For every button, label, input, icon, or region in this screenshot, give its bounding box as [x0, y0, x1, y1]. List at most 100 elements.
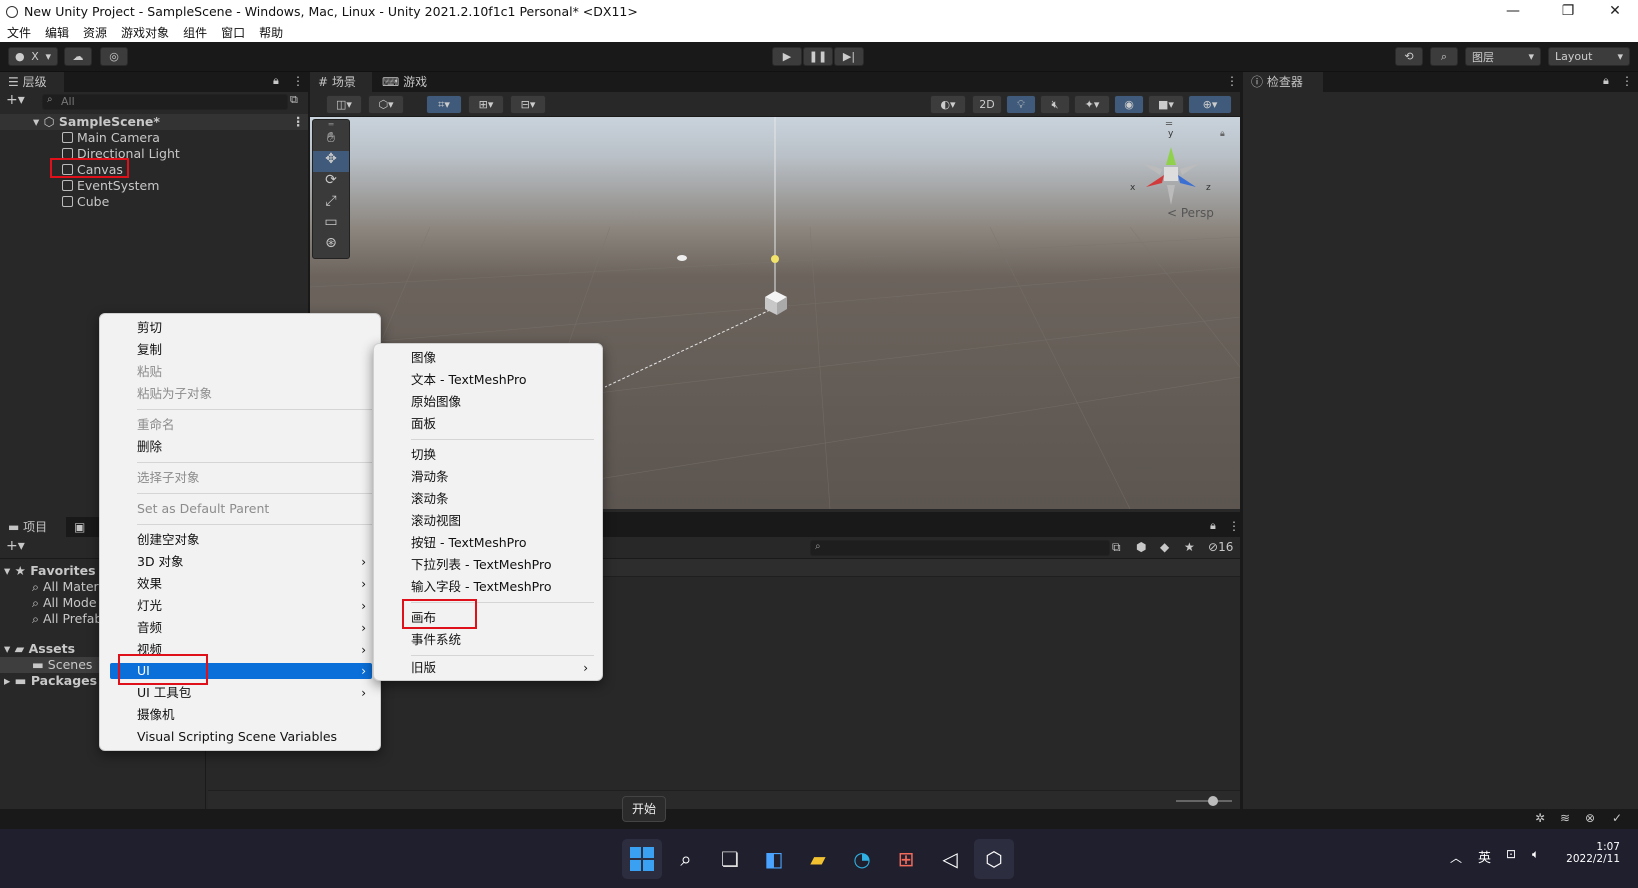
shading-dropdown[interactable]: ◐▾ — [930, 95, 966, 114]
label-icon[interactable]: ◆ — [1160, 540, 1169, 554]
menu-window[interactable]: 窗口 — [214, 24, 252, 41]
menu-component[interactable]: 组件 — [176, 24, 214, 41]
collab-button[interactable]: ◎ — [100, 47, 128, 66]
edge-button[interactable]: ◔ — [842, 839, 882, 879]
step-button[interactable]: ▶| — [834, 47, 864, 66]
tab-scene[interactable]: # 场景 — [310, 72, 372, 92]
more-options-icon[interactable]: ⋮ — [1621, 74, 1633, 88]
network-icon[interactable]: ⊡ — [1506, 847, 1516, 861]
scale-tool-icon[interactable]: ⤢ — [313, 193, 349, 214]
menu-item-visual-scripting[interactable]: Visual Scripting Scene Variables — [100, 726, 380, 748]
hierarchy-item[interactable]: EventSystem — [0, 178, 308, 194]
lock-icon[interactable]: 🔒︎ — [1210, 519, 1216, 533]
task-view-button[interactable]: ❏ — [710, 839, 750, 879]
clock[interactable]: 1:07 2022/2/11 — [1565, 841, 1620, 865]
more-options-icon[interactable]: ⋮ — [1228, 519, 1240, 533]
draw-mode-dropdown[interactable]: ◫▾ — [326, 95, 362, 114]
tab-inspector[interactable]: ⓘ 检查器 — [1243, 72, 1323, 92]
menu-item-cut[interactable]: 剪切 — [100, 317, 380, 339]
submenu-item-slider[interactable]: 滑动条 — [374, 466, 602, 488]
store-button[interactable]: ⊞ — [886, 839, 926, 879]
submenu-item-image[interactable]: 图像 — [374, 347, 602, 369]
scene-row[interactable]: ▾ ⬡ SampleScene* ⋮ — [0, 114, 308, 130]
tab-game[interactable]: ⌨ 游戏 — [374, 72, 436, 92]
assets-row[interactable]: ▾ ▰ Assets — [4, 641, 75, 656]
layout-dropdown[interactable]: Layout ▾ — [1548, 47, 1630, 66]
volume-icon[interactable]: 🔈︎ — [1532, 847, 1539, 862]
favorites-item[interactable]: ⌕ All Mode — [32, 595, 97, 611]
cloud-button[interactable]: ☁ — [64, 47, 92, 66]
more-options-icon[interactable]: ⋮ — [1226, 74, 1238, 88]
history-button[interactable]: ⟲ — [1395, 47, 1423, 66]
hierarchy-item[interactable]: Cube — [0, 194, 308, 210]
play-button[interactable]: ▶ — [772, 47, 802, 66]
file-explorer-button[interactable]: ▰ — [798, 839, 838, 879]
move-tool-icon[interactable]: ✥ — [313, 151, 349, 172]
filter-type-icon[interactable]: ⬢ — [1136, 540, 1146, 554]
search-button[interactable]: ⌕ — [1430, 47, 1458, 66]
favorites-item[interactable]: ⌕ All Mater — [32, 579, 99, 595]
effects-dropdown[interactable]: ✦▾ — [1074, 95, 1110, 114]
more-options-icon[interactable]: ⋮ — [292, 114, 305, 130]
hierarchy-item[interactable]: Main Camera — [0, 130, 308, 146]
submenu-item-text-tmp[interactable]: 文本 - TextMeshPro — [374, 369, 602, 391]
create-asset-button[interactable]: +▾ — [6, 538, 25, 554]
toggle-2d-button[interactable]: 2D — [972, 95, 1002, 114]
transform-tool-icon[interactable]: ⊛ — [313, 235, 349, 256]
close-button[interactable]: ✕ — [1592, 0, 1638, 23]
favorites-item[interactable]: ⌕ All Prefab — [32, 611, 102, 627]
increment-snap-dropdown[interactable]: ⊟▾ — [510, 95, 546, 114]
menu-file[interactable]: 文件 — [0, 24, 38, 41]
menu-item-delete[interactable]: 删除 — [100, 436, 380, 458]
hand-tool-icon[interactable]: ✋︎ — [313, 130, 349, 151]
gizmos-dropdown[interactable]: ⊕▾ — [1188, 95, 1232, 114]
lock-icon[interactable]: 🔒︎ — [1603, 74, 1609, 88]
unity-hub-button[interactable]: ◁ — [930, 839, 970, 879]
menu-item-audio[interactable]: 音频 › — [100, 617, 380, 639]
rotate-tool-icon[interactable]: ⟳ — [313, 172, 349, 193]
layers-status-icon[interactable]: ≋ — [1560, 811, 1570, 825]
submenu-item-event-system[interactable]: 事件系统 — [374, 629, 602, 651]
lock-icon[interactable]: 🔒︎ — [1220, 129, 1225, 139]
account-dropdown[interactable]: ● X ▾ — [8, 47, 58, 66]
add-object-button[interactable]: +▾ — [6, 92, 25, 108]
auto-generate-icon[interactable]: ⊗ — [1585, 811, 1595, 825]
menu-item-copy[interactable]: 复制 — [100, 339, 380, 361]
more-options-icon[interactable]: ⋮ — [292, 74, 304, 88]
collab-status-icon[interactable]: ✓ — [1612, 811, 1622, 825]
submenu-item-legacy[interactable]: 旧版 › — [374, 657, 602, 679]
hierarchy-item-canvas[interactable]: Canvas — [0, 162, 308, 178]
favorite-star-icon[interactable]: ★ — [1184, 540, 1195, 554]
hidden-objects-toggle[interactable]: ◉ — [1114, 95, 1144, 114]
submenu-item-panel[interactable]: 面板 — [374, 413, 602, 435]
widgets-button[interactable]: ◧ — [754, 839, 794, 879]
menu-item-ui-toolkit[interactable]: UI 工具包 › — [100, 682, 380, 704]
drag-handle-icon[interactable]: ═ — [313, 120, 349, 130]
ime-indicator[interactable]: 英 — [1478, 847, 1491, 866]
start-button[interactable] — [622, 839, 662, 879]
project-search-input[interactable] — [810, 540, 1110, 556]
lock-icon[interactable]: 🔒︎ — [273, 74, 279, 88]
menu-edit[interactable]: 编辑 — [38, 24, 76, 41]
packages-row[interactable]: ▸ ▬ Packages — [4, 673, 97, 688]
menu-assets[interactable]: 资源 — [76, 24, 114, 41]
submenu-item-button-tmp[interactable]: 按钮 - TextMeshPro — [374, 532, 602, 554]
tab-hierarchy[interactable]: ☰ 层级 — [0, 72, 64, 92]
hidden-packages-toggle[interactable]: ⊘16 — [1208, 540, 1233, 554]
search-taskbar-button[interactable]: ⌕ — [666, 839, 706, 879]
submenu-item-input-field-tmp[interactable]: 输入字段 - TextMeshPro — [374, 576, 602, 598]
layers-dropdown[interactable]: 图层 ▾ — [1465, 47, 1541, 66]
persp-toggle[interactable]: < Persp — [1167, 206, 1214, 220]
rect-tool-icon[interactable]: ▭ — [313, 214, 349, 235]
search-type-icon[interactable]: ⧉ — [1112, 540, 1121, 555]
unity-editor-button[interactable]: ⬡ — [974, 839, 1014, 879]
minimize-button[interactable]: — — [1490, 0, 1536, 23]
pause-button[interactable]: ❚❚ — [803, 47, 833, 66]
filter-icon[interactable]: ⧉ — [290, 93, 298, 107]
grid-snap-dropdown[interactable]: ⊞▾ — [468, 95, 504, 114]
menu-item-3d-object[interactable]: 3D 对象 › — [100, 551, 380, 573]
submenu-item-dropdown-tmp[interactable]: 下拉列表 - TextMeshPro — [374, 554, 602, 576]
audio-toggle[interactable]: 🔇︎ — [1040, 95, 1070, 114]
tab-project[interactable]: ▬ 项目 — [0, 517, 66, 537]
pivot-dropdown[interactable]: ⌗▾ — [426, 95, 462, 114]
